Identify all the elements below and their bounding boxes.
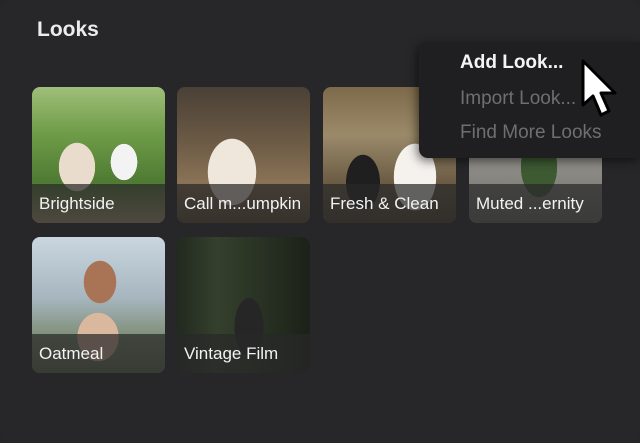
look-tile-call-me-pumpkin[interactable]: Call m...umpkin [177, 87, 310, 223]
look-label: Vintage Film [177, 334, 310, 373]
look-tile-brightside[interactable]: Brightside [32, 87, 165, 223]
mouse-pointer-icon [581, 59, 617, 117]
menu-item-import-look[interactable]: Import Look... [460, 88, 576, 110]
look-label: Fresh & Clean [323, 184, 456, 223]
look-tile-vintage-film[interactable]: Vintage Film [177, 237, 310, 373]
look-label: Brightside [32, 184, 165, 223]
look-label: Oatmeal [32, 334, 165, 373]
look-label: Muted ...ernity [469, 184, 602, 223]
look-tile-oatmeal[interactable]: Oatmeal [32, 237, 165, 373]
look-label: Call m...umpkin [177, 184, 310, 223]
menu-item-find-more-looks[interactable]: Find More Looks [460, 122, 602, 144]
menu-item-add-look[interactable]: Add Look... [460, 52, 563, 74]
